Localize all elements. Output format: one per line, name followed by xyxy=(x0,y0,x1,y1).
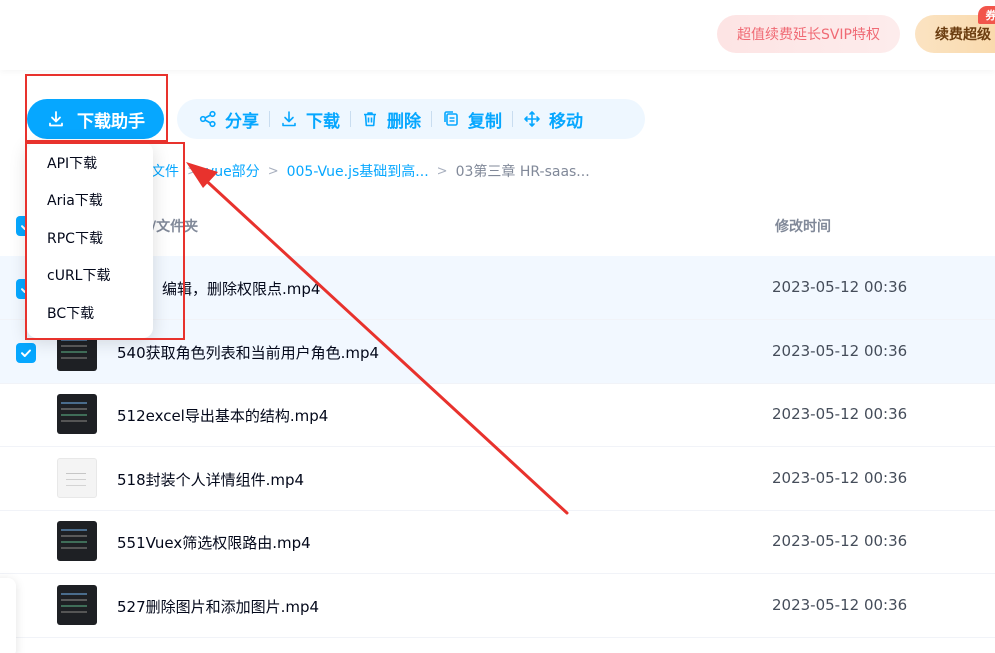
annotation-arrow-icon xyxy=(186,162,569,515)
